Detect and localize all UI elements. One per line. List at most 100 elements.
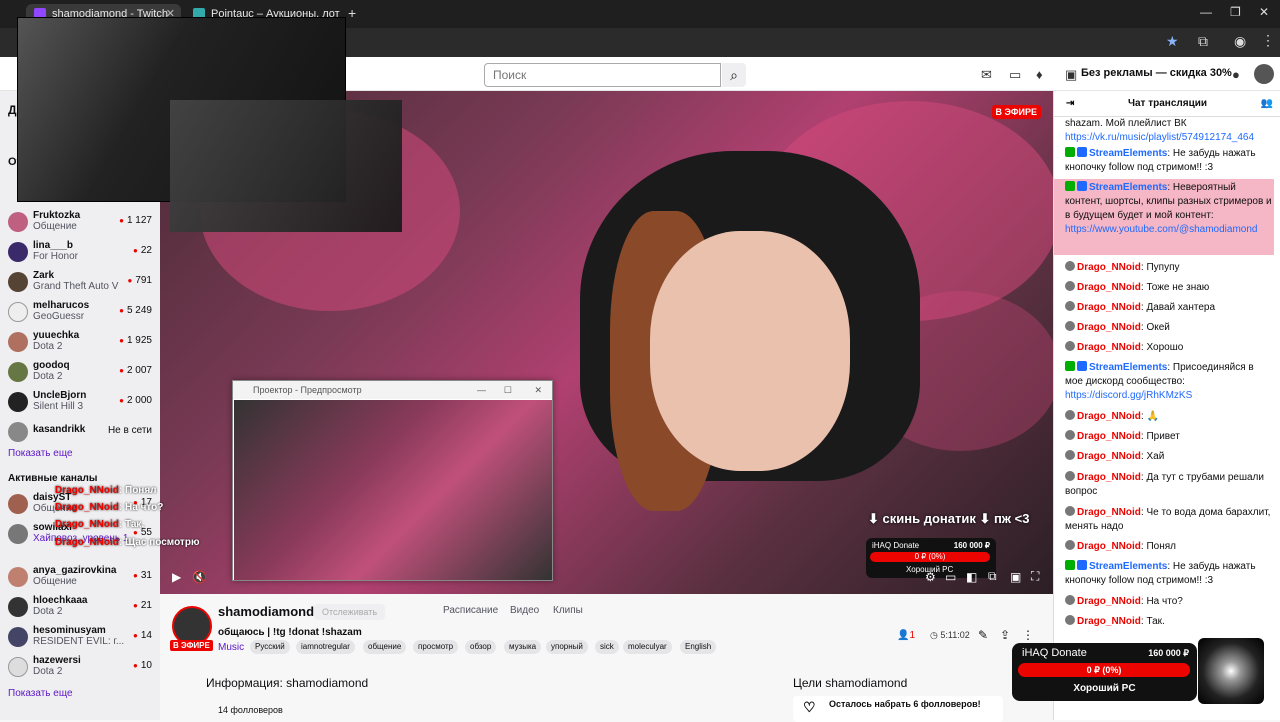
ad-free-promo[interactable]: Без рекламы — скидка 30% [1081,67,1232,79]
sidebar-channel[interactable]: yuuechkaDota 2 1 925 [0,328,160,358]
search-input[interactable] [484,63,721,87]
chat-link[interactable]: https://vk.ru/music/playlist/574912174_4… [1065,132,1254,143]
avatar [8,212,28,232]
projector-title: Проектор - Предпросмотр [253,385,362,395]
sidebar-channel[interactable]: FruktozkaОбщение 1 127 [0,208,160,238]
channel-name: hazewersi [33,655,81,666]
channel-name: yuuechka [33,330,80,341]
tag[interactable]: упорный [546,640,588,654]
follow-button[interactable]: Отслеживать [314,604,386,620]
sidebar-channel[interactable]: lina___bFor Honor 22 [0,238,160,268]
viewer-count: 2 000 [119,395,152,406]
avatar [8,494,28,514]
users-icon[interactable]: 👥 [1261,91,1273,117]
sidebar-channel[interactable]: ZarkGrand Theft Auto V 791 [0,268,160,298]
avatar [8,597,28,617]
theater-icon[interactable]: ◧ [966,570,977,584]
tag[interactable]: обзор [465,640,497,654]
viewer-count: 791 [127,275,152,286]
show-more-link[interactable]: Показать еще [8,688,73,699]
sidebar-channel[interactable]: goodoqDota 2 2 007 [0,358,160,388]
close-window-icon[interactable]: ✕ [1259,5,1269,19]
more-options-icon[interactable]: ⋮ [1022,628,1034,642]
streamer-face [650,231,850,471]
tag[interactable]: iamnotregular [296,640,355,654]
inbox-icon[interactable]: ✉ [981,67,992,83]
channel-game: GeoGuessr [33,311,85,322]
section-heading: Д [8,103,17,117]
channel-name: Zark [33,270,55,281]
projector-titlebar[interactable]: Проектор - Предпросмотр — ☐ ✕ [233,381,552,399]
chat-message: shazam. Мой плейлист ВК https://vk.ru/mus… [1065,118,1254,143]
maximize-icon[interactable]: ☐ [504,381,512,399]
miniplayer-icon[interactable]: ▣ [1010,570,1021,584]
chat-link[interactable]: https://discord.gg/jRhKMzKS [1065,390,1192,401]
chat-message: Drago_NNoid: 🙏 [1065,410,1273,424]
channel-name: lina___b [33,240,74,251]
avatar [8,524,28,544]
sidebar-channel[interactable]: hloechkaaaDota 2 21 [0,593,160,623]
settings-icon[interactable]: ⚙ [925,570,936,584]
nav-schedule[interactable]: Расписание [443,605,498,616]
sidebar-channel[interactable]: kasandrikk Не в сети [0,418,160,448]
fullscreen-icon[interactable]: ⛶ [1031,569,1039,584]
sidebar-channel[interactable]: UncleBjornSilent Hill 3 2 000 [0,388,160,418]
show-more-link[interactable]: Показать еще [8,448,73,459]
bookmark-star-icon[interactable]: ★ [1166,33,1179,50]
sidebar-channel[interactable]: hesominusyamRESIDENT EVIL: г... 14 [0,623,160,653]
chat-message: Drago_NNoid: На что? [1065,595,1273,609]
sidebar-channel[interactable]: hazewersiDota 2 10 [0,653,160,683]
ad-free-icon: ▣ [1065,67,1078,82]
stream-title: общаюсь | !tg !donat !shazam [218,627,362,638]
viewer-count: 1 925 [119,335,152,346]
channel-game: RESIDENT EVIL: г... [33,636,125,647]
chat-message: Drago_NNoid: Да тут с трубами решали воп… [1065,471,1264,497]
donate-amount: 160 000 ₽ [1148,648,1189,658]
menu-kebab-icon[interactable]: ⋮ [1261,32,1275,49]
user-avatar[interactable] [1254,64,1274,84]
donate-title: iHAQ Donate [1022,647,1087,659]
nav-clips[interactable]: Клипы [553,605,583,616]
viewer-count: 👤1 [897,630,916,641]
extensions-icon[interactable]: ⧉ [1198,33,1208,50]
search-button[interactable]: ⌕ [722,63,746,87]
profile-icon[interactable]: ◉ [1234,33,1246,50]
close-icon[interactable]: ✕ [534,381,542,399]
tag[interactable]: просмотр [413,640,459,654]
projector-window[interactable]: Проектор - Предпросмотр — ☐ ✕ [232,380,553,581]
offline-status: Не в сети [107,425,152,436]
channel-game: Dota 2 [33,606,63,617]
whispers-icon[interactable]: ▭ [1009,67,1021,83]
chat-link[interactable]: https://www.youtube.com/@shamodiamond [1065,224,1257,235]
stream-category[interactable]: Music [218,642,244,653]
play-icon[interactable]: ▶ [172,570,181,584]
minimize-icon[interactable]: — [1200,5,1212,19]
new-tab-button[interactable]: + [348,5,356,21]
clip-icon[interactable]: ▭ [945,570,956,584]
chat-message: Drago_NNoid: Привет [1065,430,1273,444]
tag[interactable]: sick [595,640,619,654]
tag[interactable]: Русский [250,640,290,654]
prime-icon[interactable]: ♦ [1036,67,1043,82]
sidebar-channel[interactable]: anya_gazirovkinaОбщение 31 [0,563,160,593]
share-icon[interactable]: ⇪ [1000,628,1010,642]
restore-icon[interactable]: ❐ [1230,5,1241,19]
tag[interactable]: English [680,640,717,654]
tag[interactable]: музыка [504,640,542,654]
live-badge: В ЭФИРЕ [170,640,213,651]
mute-icon[interactable]: 🔇 [192,570,207,584]
edit-icon[interactable]: ✎ [978,628,988,642]
minimize-icon[interactable]: — [477,381,486,399]
tag[interactable]: moleculyar [623,640,672,654]
avatar [8,657,28,677]
channel-name: kasandrikk [33,424,86,435]
pip-icon[interactable]: ⧉ [988,569,997,584]
nav-videos[interactable]: Видео [510,605,539,616]
collapse-chat-icon[interactable]: ⇥ [1066,91,1074,117]
tag[interactable]: общение [363,640,407,654]
streamer-name[interactable]: shamodiamond [218,604,314,619]
bits-icon[interactable]: ● [1232,67,1240,82]
viewer-count: 2 007 [119,365,152,376]
info-heading: Информация: shamodiamond [206,676,369,690]
sidebar-channel[interactable]: melharucosGeoGuessr 5 249 [0,298,160,328]
